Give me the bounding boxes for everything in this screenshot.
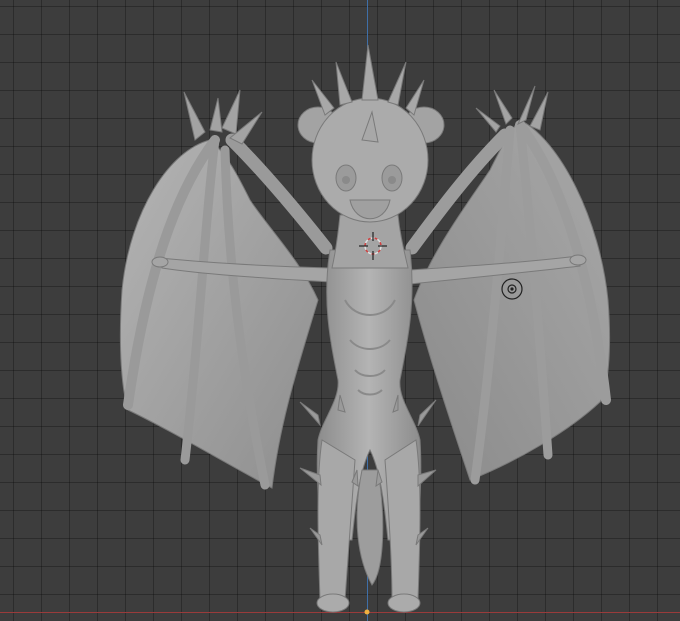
left-leg [317,439,356,601]
left-wing-claws [183,89,263,145]
object-origin-icon[interactable] [364,609,370,615]
right-wing-membrane [413,119,611,481]
3d-viewport[interactable] [0,0,680,621]
right-hand [569,254,587,266]
right-leg [384,439,421,601]
tail [356,469,384,586]
dragon-model[interactable] [0,0,680,621]
right-wing-claws [475,85,549,133]
left-foot [316,593,350,613]
right-foot [387,593,421,613]
neck [331,214,409,269]
left-hand [151,256,169,268]
